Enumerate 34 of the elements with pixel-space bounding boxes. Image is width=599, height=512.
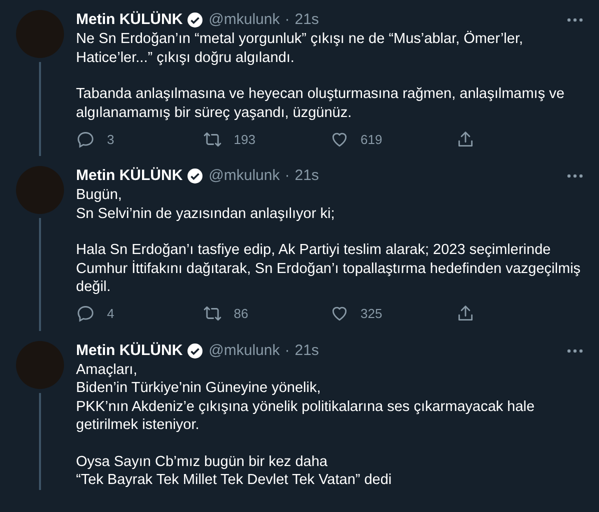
tweet-paragraph: Bugün, Sn Selvi’nin de yazısından anlaşılıyor ki; bbox=[76, 186, 336, 223]
reply-count: 3 bbox=[107, 132, 114, 146]
like-count: 619 bbox=[360, 132, 382, 146]
tweet-time[interactable]: 21s bbox=[294, 340, 319, 360]
author-name[interactable]: Metin KÜLÜNK bbox=[76, 340, 183, 360]
retweet-icon[interactable] bbox=[202, 304, 222, 323]
reply-count: 4 bbox=[107, 306, 114, 321]
more-options-icon[interactable] bbox=[567, 174, 583, 178]
more-options-icon[interactable] bbox=[567, 348, 583, 352]
author-handle[interactable]: @mkulunk bbox=[208, 166, 280, 186]
separator-dot: · bbox=[284, 166, 290, 186]
tweet-paragraph: Ne Sn Erdoğan’ın “metal yorgunluk” çıkışı ne de “Mus’ablar, Ömer’ler, Hatice’ler...” çıkışı doğru algılandı. bbox=[76, 30, 524, 67]
tweet-time[interactable]: 21s bbox=[294, 10, 319, 30]
retweet-count: 86 bbox=[234, 306, 248, 321]
separator-dot: · bbox=[284, 10, 290, 30]
like-count: 325 bbox=[360, 306, 382, 321]
retweet-icon[interactable] bbox=[202, 130, 222, 148]
tweet-time[interactable]: 21s bbox=[294, 166, 319, 186]
author-handle[interactable]: @mkulunk bbox=[208, 10, 280, 30]
separator-dot: · bbox=[284, 340, 290, 360]
author-handle[interactable]: @mkulunk bbox=[208, 340, 280, 360]
share-icon[interactable] bbox=[456, 304, 476, 323]
share-icon[interactable] bbox=[456, 130, 476, 148]
reply-icon[interactable] bbox=[76, 130, 95, 148]
author-name[interactable]: Metin KÜLÜNK bbox=[76, 10, 183, 30]
tweet-paragraph: Amaçları, Biden’in Türkiye’nin Güneyine yönelik, PKK’nın Akdeniz’e çıkışına yönelik politikalarına ses çıkarmayacak hale getirilmek isteniyor. bbox=[76, 360, 536, 434]
author-name[interactable]: Metin KÜLÜNK bbox=[76, 166, 183, 186]
reply-icon[interactable] bbox=[76, 304, 95, 323]
retweet-count: 193 bbox=[234, 132, 256, 146]
tweet-paragraph: Tabanda anlaşılmasına ve heyecan oluşturmasına rağmen, anlaşılmamış ve algılanamamış bir süreç yaşandı, üzgünüz. bbox=[76, 85, 566, 122]
tweet-paragraph: Oysa Sayın Cb’mız bugün bir kez daha “Tek Bayrak Tek Millet Tek Devlet Tek Vatan” dedi bbox=[76, 452, 393, 490]
heart-icon[interactable] bbox=[330, 304, 348, 323]
more-options-icon[interactable] bbox=[567, 18, 583, 22]
tweet-paragraph: Hala Sn Erdoğan’ı tasfiye edip, Ak Partiyi teslim alarak; 2023 seçimlerinde Cumhur İttifakını dağıtarak, Sn Erdoğan’ı topallaştırma hedefinden vazgeçilmiş değil. bbox=[76, 241, 582, 296]
